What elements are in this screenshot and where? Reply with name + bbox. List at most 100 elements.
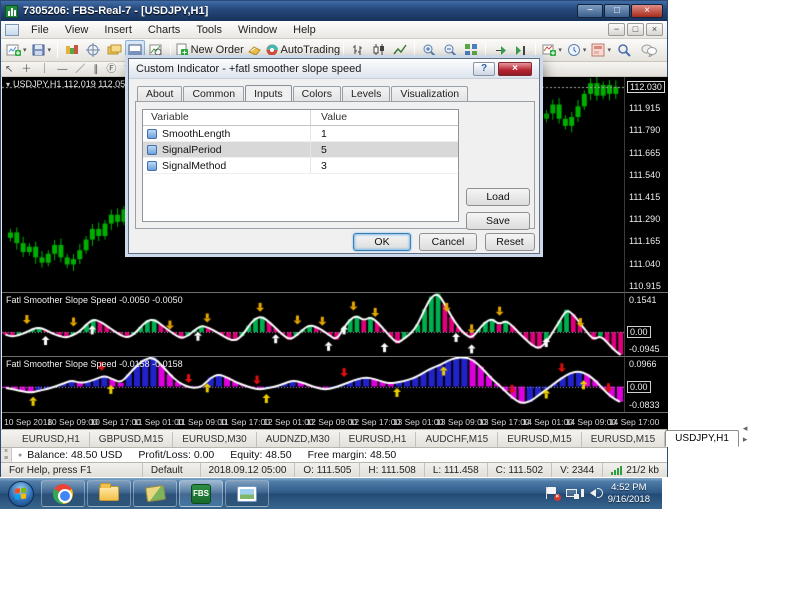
menu-item-tools[interactable]: Tools	[188, 23, 230, 37]
strategy-tester-button[interactable]	[146, 40, 166, 60]
input-row[interactable]: SmoothLength1	[143, 126, 458, 142]
price-scale[interactable]: 112.030111.915111.790111.665111.540111.4…	[624, 77, 668, 292]
chart-tab-eurusd-h1[interactable]: EURUSD,H1	[340, 432, 417, 447]
market-watch-button[interactable]	[62, 40, 82, 60]
load-button[interactable]: Load	[466, 188, 530, 206]
line-chart-button[interactable]	[390, 40, 410, 60]
profiles-button[interactable]: ▾	[29, 40, 53, 60]
indicator1-scale[interactable]: 0.1541 0.00 -0.0945	[624, 292, 668, 356]
input-variable-icon	[147, 129, 157, 139]
ok-button[interactable]: OK	[353, 233, 411, 251]
input-value[interactable]: 5	[311, 144, 458, 156]
symbol-caret-icon[interactable]: ▾	[6, 80, 10, 89]
dialog-tab-visualization[interactable]: Visualization	[391, 86, 468, 102]
window-titlebar[interactable]: 7305206: FBS-Real-7 - [USDJPY,H1] − □ ×	[1, 1, 667, 21]
chart-tab-audchf-m15[interactable]: AUDCHF,M15	[416, 432, 498, 447]
dialog-tab-common[interactable]: Common	[183, 86, 244, 102]
auto-scroll-button[interactable]	[490, 40, 510, 60]
taskbar-fbs-button[interactable]: FBS	[179, 480, 223, 507]
maximize-button[interactable]: □	[604, 4, 630, 18]
chart-tab-eurusd-m15[interactable]: EURUSD,M15	[498, 432, 581, 447]
line-tool-icon-0[interactable]: ↖	[5, 63, 13, 76]
line-tool-icon-5[interactable]: ∥	[93, 63, 98, 76]
menu-item-view[interactable]: View	[57, 23, 97, 37]
taskbar-clock[interactable]: 4:52 PM 9/16/2018	[608, 482, 654, 506]
minimize-button[interactable]: −	[577, 4, 603, 18]
indicators-button[interactable]: ▾	[540, 40, 564, 60]
tile-windows-button[interactable]	[461, 40, 481, 60]
dialog-tab-levels[interactable]: Levels	[342, 86, 390, 102]
chart-shift-button[interactable]	[511, 40, 531, 60]
autotrading-button[interactable]: AutoTrading	[265, 40, 339, 60]
mdi-minimize-button[interactable]: −	[608, 23, 625, 36]
dialog-close-button[interactable]: ×	[498, 62, 532, 76]
zoom-in-button[interactable]	[419, 40, 439, 60]
zoom-out-button[interactable]	[440, 40, 460, 60]
input-row[interactable]: SignalMethod3	[143, 158, 458, 174]
menu-item-window[interactable]: Window	[230, 23, 285, 37]
statusbar-profile[interactable]: Default	[143, 463, 201, 477]
menu-item-help[interactable]: Help	[285, 23, 324, 37]
taskbar-chrome-button[interactable]	[41, 480, 85, 507]
cancel-button[interactable]: Cancel	[419, 233, 477, 251]
dialog-tab-colors[interactable]: Colors	[293, 86, 341, 102]
line-tool-icon-3[interactable]: —	[57, 63, 67, 76]
chart-tab-eurusd-m30[interactable]: EURUSD,M30	[173, 432, 256, 447]
inputs-table[interactable]: Variable Value SmoothLength1SignalPeriod…	[142, 109, 459, 222]
taskbar-explorer-button[interactable]	[87, 480, 131, 507]
periods-button[interactable]: ▾	[565, 40, 589, 60]
templates-button[interactable]: ▾	[589, 40, 613, 60]
indicator-panel-1[interactable]: Fatl Smoother Slope Speed -0.0050 -0.005…	[2, 292, 624, 356]
mdi-close-button[interactable]: ×	[646, 23, 663, 36]
input-value[interactable]: 1	[311, 128, 458, 140]
chart-tab-usdjpy-h1[interactable]: USDJPY,H1	[665, 430, 739, 447]
chart-tab-eurusd-m15[interactable]: EURUSD,M15	[582, 432, 665, 447]
start-button[interactable]	[2, 480, 40, 508]
new-chart-button[interactable]: ▾	[4, 40, 28, 60]
indicator-panel-2[interactable]: Fatl Smoother Slope Speed -0.0158 -0.015…	[2, 356, 624, 412]
menu-item-charts[interactable]: Charts	[140, 23, 188, 37]
terminal-button[interactable]	[125, 40, 145, 60]
navigator-button[interactable]	[104, 40, 124, 60]
chart-tab-audnzd-m30[interactable]: AUDNZD,M30	[257, 432, 340, 447]
action-center-flag-icon[interactable]: ×	[545, 487, 559, 500]
new-order-button[interactable]: New Order	[175, 40, 243, 60]
chart-tab-gbpusd-m15[interactable]: GBPUSD,M15	[90, 432, 173, 447]
volume-icon[interactable]	[587, 487, 601, 500]
mdi-restore-button[interactable]: □	[627, 23, 644, 36]
time-axis-label: 14 Sep 17:00	[609, 417, 660, 427]
input-row[interactable]: SignalPeriod5	[143, 142, 458, 158]
input-value[interactable]: 3	[311, 160, 458, 172]
dialog-tab-inputs[interactable]: Inputs	[245, 85, 292, 101]
tab-scroll-arrows[interactable]: ◂ ▸	[739, 423, 752, 447]
data-window-button[interactable]	[83, 40, 103, 60]
dialog-help-button[interactable]: ?	[473, 62, 495, 76]
reset-button[interactable]: Reset	[485, 233, 535, 251]
menu-item-insert[interactable]: Insert	[96, 23, 140, 37]
close-button[interactable]: ×	[631, 4, 663, 18]
time-axis[interactable]: 10 Sep 201810 Sep 09:0010 Sep 17:0011 Se…	[2, 412, 668, 429]
bar-chart-button[interactable]	[348, 40, 368, 60]
desktop: 7305206: FBS-Real-7 - [USDJPY,H1] − □ × …	[0, 0, 800, 599]
taskbar-app-button[interactable]	[133, 480, 177, 507]
chat-button[interactable]	[638, 40, 660, 60]
line-tool-icon-4[interactable]: ／	[75, 63, 85, 76]
save-button[interactable]: Save	[466, 212, 530, 230]
chart-tab-eurusd-h1[interactable]: EURUSD,H1	[13, 432, 90, 447]
column-value[interactable]: Value	[311, 110, 458, 125]
indicator2-scale[interactable]: 0.0966 0.00 -0.0833	[624, 356, 668, 412]
deposit-button[interactable]	[244, 40, 264, 60]
price-scale-label: 111.290	[629, 214, 660, 224]
network-icon[interactable]	[566, 487, 580, 500]
search-button[interactable]	[614, 40, 634, 60]
terminal-gutter[interactable]: ×≡	[1, 448, 12, 462]
menu-item-file[interactable]: File	[23, 23, 57, 37]
line-tool-icon-2[interactable]: ｜	[39, 63, 49, 76]
dialog-tab-about[interactable]: About	[137, 86, 182, 102]
column-variable[interactable]: Variable	[143, 110, 311, 125]
dialog-titlebar[interactable]: Custom Indicator - +fatl smoother slope …	[129, 59, 539, 79]
line-tool-icon-6[interactable]: Ⓕ	[106, 63, 116, 76]
line-tool-icon-1[interactable]: ＋	[21, 63, 31, 76]
taskbar-image-viewer-button[interactable]	[225, 480, 269, 507]
candlestick-button[interactable]	[369, 40, 389, 60]
